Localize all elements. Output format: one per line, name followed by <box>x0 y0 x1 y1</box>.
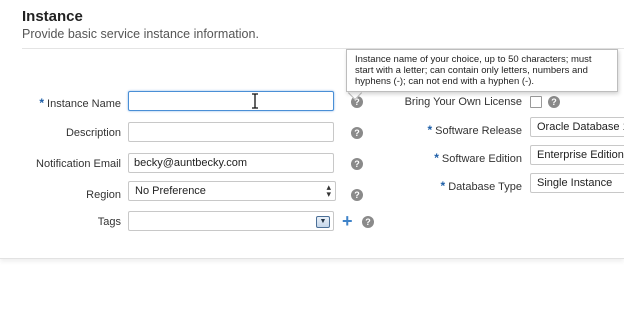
database-type-value: Single Instance <box>537 177 613 189</box>
database-type-label: * Database Type <box>440 179 522 193</box>
byol-label: Bring Your Own License <box>404 96 522 108</box>
description-input[interactable] <box>128 122 334 142</box>
instance-panel: Instance Provide basic service instance … <box>0 0 624 259</box>
tags-help-icon[interactable]: ? <box>362 216 374 228</box>
description-label: Description <box>65 127 121 139</box>
notification-email-label: Notification Email <box>36 158 121 170</box>
software-release-label: * Software Release <box>427 123 523 137</box>
tags-input[interactable] <box>128 211 334 231</box>
required-marker: * <box>427 123 433 137</box>
instance-name-input[interactable] <box>128 91 334 111</box>
software-edition-value: Enterprise Edition <box>537 149 624 161</box>
section-subtitle: Provide basic service instance informati… <box>22 27 259 41</box>
add-tag-icon[interactable]: + <box>342 212 353 230</box>
tags-dropdown-button[interactable]: ▼ <box>316 216 330 228</box>
byol-help-icon[interactable]: ? <box>548 96 560 108</box>
required-marker: * <box>39 96 45 110</box>
description-help-icon[interactable]: ? <box>351 127 363 139</box>
notification-email-input[interactable] <box>128 153 334 173</box>
software-edition-label: * Software Edition <box>434 151 522 165</box>
byol-checkbox[interactable] <box>530 96 542 108</box>
required-marker: * <box>440 179 446 193</box>
notification-email-help-icon[interactable]: ? <box>351 158 363 170</box>
software-edition-select[interactable]: Enterprise Edition <box>530 145 624 165</box>
region-select[interactable]: No Preference ▴ ▾ <box>128 181 336 201</box>
software-release-select[interactable]: Oracle Database 12 <box>530 117 624 137</box>
database-type-select[interactable]: Single Instance <box>530 173 624 193</box>
required-marker: * <box>434 151 439 165</box>
updown-arrows-icon: ▴ ▾ <box>326 182 331 199</box>
instance-name-label: * Instance Name <box>39 96 121 110</box>
software-release-value: Oracle Database 12 <box>537 121 624 133</box>
instance-name-tooltip: Instance name of your choice, up to 50 c… <box>346 49 618 92</box>
tags-label: Tags <box>97 216 121 228</box>
region-select-value: No Preference <box>135 185 206 197</box>
region-help-icon[interactable]: ? <box>351 189 363 201</box>
region-label: Region <box>86 189 121 201</box>
text-cursor-icon <box>252 93 258 109</box>
section-title: Instance <box>22 8 83 25</box>
